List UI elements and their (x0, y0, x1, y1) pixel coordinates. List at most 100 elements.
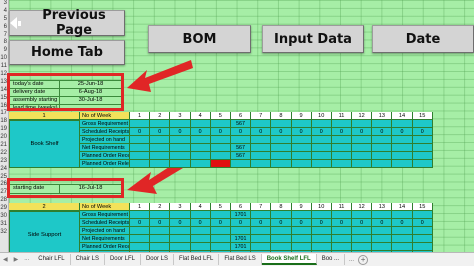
sheet-tab[interactable]: Book Shelf LFL (261, 254, 317, 265)
data-cell[interactable] (412, 211, 433, 219)
data-cell[interactable]: 0 (130, 128, 151, 136)
data-cell[interactable]: 0 (170, 219, 191, 227)
data-cell[interactable] (210, 243, 231, 251)
data-cell[interactable] (271, 211, 292, 219)
row-label[interactable]: Net Requirements (80, 144, 130, 152)
data-cell[interactable] (412, 227, 433, 235)
data-cell[interactable] (291, 144, 312, 152)
input-data-button[interactable]: Input Data (262, 25, 364, 53)
row-number[interactable]: 6 (0, 24, 8, 32)
data-cell[interactable]: 0 (150, 128, 171, 136)
row-number[interactable]: 24 (0, 166, 8, 174)
data-cell[interactable] (130, 227, 151, 235)
data-cell[interactable] (331, 152, 353, 160)
item-name[interactable]: Book Shelf (9, 120, 80, 168)
row-number[interactable]: 8 (0, 39, 8, 47)
data-cell[interactable] (331, 243, 353, 251)
data-cell[interactable] (352, 152, 373, 160)
row-label[interactable]: Planned Order Receipts (80, 152, 130, 160)
data-cell[interactable] (412, 152, 433, 160)
data-cell[interactable] (130, 144, 151, 152)
week-number[interactable]: 7 (251, 112, 272, 120)
row-number[interactable]: 31 (0, 221, 8, 229)
data-cell[interactable]: 0 (170, 128, 191, 136)
data-cell[interactable]: 0 (352, 219, 373, 227)
data-cell[interactable] (230, 136, 252, 144)
row-number[interactable]: 10 (0, 55, 8, 63)
row-number[interactable]: 7 (0, 32, 8, 40)
data-cell[interactable] (251, 120, 272, 128)
data-cell[interactable] (271, 120, 292, 128)
item-code[interactable]: 2 (9, 203, 80, 211)
row-label[interactable]: Planned Order Releases (80, 160, 130, 168)
data-cell[interactable] (230, 160, 252, 168)
data-cell[interactable] (352, 243, 373, 251)
sheet-tab[interactable]: Door LS (141, 254, 174, 265)
sheet-tab[interactable]: Chair LS (71, 254, 105, 265)
row-label[interactable]: Scheduled Receipts (80, 128, 130, 136)
data-cell[interactable] (311, 227, 332, 235)
data-cell[interactable] (210, 211, 231, 219)
data-cell[interactable] (170, 211, 191, 219)
week-number[interactable]: 5 (210, 112, 231, 120)
week-number[interactable]: 2 (150, 203, 171, 211)
data-cell[interactable]: 0 (190, 128, 211, 136)
row-number[interactable]: 3 (0, 0, 8, 8)
data-cell[interactable] (311, 152, 332, 160)
data-cell[interactable] (150, 136, 171, 144)
row-number[interactable]: 16 (0, 103, 8, 111)
data-cell[interactable] (372, 160, 393, 168)
row-number[interactable]: 26 (0, 181, 8, 189)
data-cell[interactable] (392, 235, 413, 243)
week-number[interactable]: 6 (230, 203, 252, 211)
row-number[interactable]: 25 (0, 174, 8, 182)
sheet-tab[interactable]: Chair LFL (33, 254, 71, 265)
data-cell[interactable] (150, 120, 171, 128)
data-cell[interactable] (372, 235, 393, 243)
data-cell[interactable] (251, 160, 272, 168)
data-cell[interactable] (190, 136, 211, 144)
data-cell[interactable] (331, 144, 353, 152)
data-cell[interactable] (352, 120, 373, 128)
data-cell[interactable] (271, 152, 292, 160)
data-cell[interactable] (372, 144, 393, 152)
data-cell[interactable]: 0 (230, 128, 252, 136)
data-cell[interactable]: 0 (271, 128, 292, 136)
data-cell[interactable]: 0 (150, 219, 171, 227)
data-cell[interactable] (210, 120, 231, 128)
data-cell[interactable] (412, 243, 433, 251)
data-cell[interactable] (190, 243, 211, 251)
week-number[interactable]: 8 (271, 112, 292, 120)
week-number[interactable]: 4 (190, 112, 211, 120)
data-cell[interactable] (251, 243, 272, 251)
data-cell[interactable] (352, 227, 373, 235)
week-number[interactable]: 2 (150, 112, 171, 120)
info-row[interactable]: lead time (weeks) (10, 104, 121, 110)
tab-more[interactable]: ... (24, 256, 29, 263)
data-cell[interactable] (412, 144, 433, 152)
data-cell[interactable] (130, 152, 151, 160)
sheet-tab[interactable]: Flat Bed LS (219, 254, 262, 265)
home-tab-button[interactable]: Home Tab (9, 40, 125, 65)
data-cell[interactable] (190, 211, 211, 219)
data-cell[interactable] (150, 211, 171, 219)
week-number[interactable]: 8 (271, 203, 292, 211)
data-cell[interactable] (352, 235, 373, 243)
data-cell[interactable]: 0 (331, 219, 353, 227)
data-cell[interactable] (311, 235, 332, 243)
week-number[interactable]: 3 (170, 203, 191, 211)
data-cell[interactable] (251, 211, 272, 219)
data-cell[interactable] (251, 235, 272, 243)
info-row[interactable]: starting date 16-Jul-18 (10, 185, 121, 193)
data-cell[interactable]: 0 (230, 219, 252, 227)
week-number[interactable]: 15 (412, 203, 433, 211)
row-label[interactable]: Gross Requirement (80, 211, 130, 219)
data-cell[interactable] (130, 160, 151, 168)
week-number[interactable]: 1 (130, 203, 151, 211)
week-number[interactable]: 10 (311, 112, 332, 120)
data-cell[interactable] (190, 160, 211, 168)
data-cell[interactable] (352, 144, 373, 152)
data-cell[interactable] (271, 160, 292, 168)
data-cell[interactable]: 0 (251, 128, 272, 136)
week-number[interactable]: 1 (130, 112, 151, 120)
